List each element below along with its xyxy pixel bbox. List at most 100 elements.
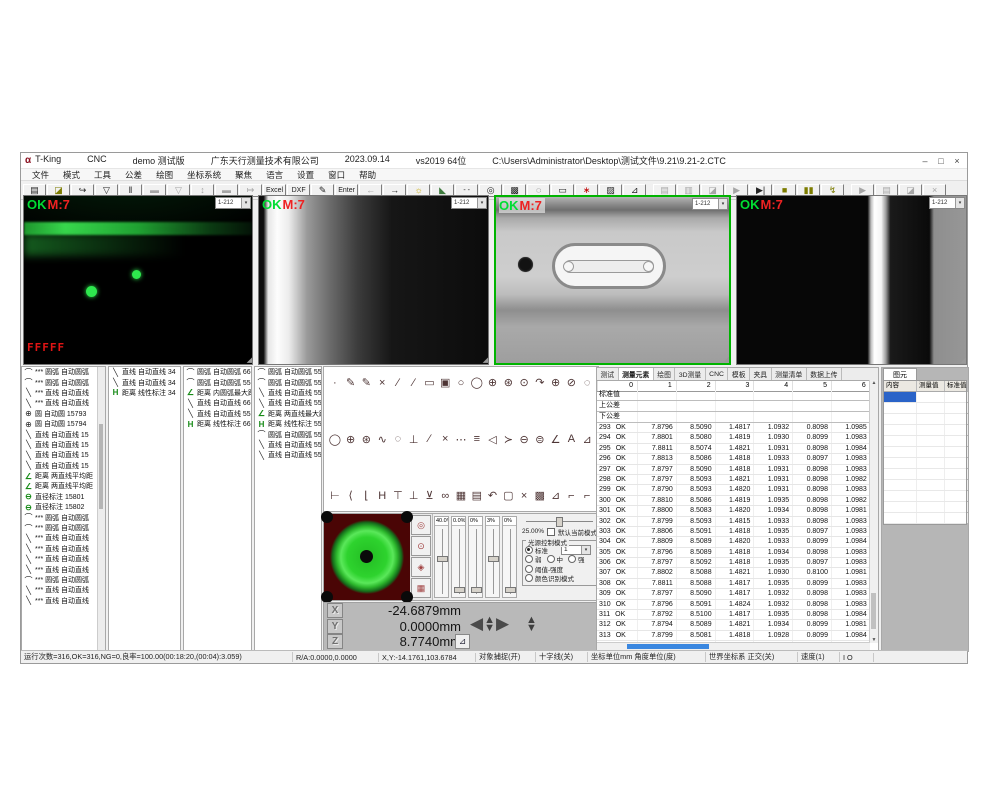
tool-icon[interactable]: ⊢ <box>327 488 343 503</box>
goto-origin-button[interactable]: ⊿ <box>455 634 470 649</box>
list-item[interactable]: ╲直线 自动直线 55 <box>184 409 251 419</box>
tool-icon[interactable]: ≻ <box>500 432 516 447</box>
jog-right-icon[interactable]: ▶ <box>496 615 509 632</box>
list-item[interactable]: ⌒圆弧 自动圆弧 55 <box>255 377 321 387</box>
list-item[interactable]: ╲*** 直线 自动直线 <box>22 533 105 543</box>
jog-left-icon[interactable]: ◀ <box>470 615 483 632</box>
tool-icon[interactable]: ▤ <box>469 488 485 503</box>
tool-icon[interactable]: ⊕ <box>485 375 501 390</box>
list-item[interactable]: ⌒*** 圆弧 自动圆弧 <box>22 512 105 522</box>
scroll-up-icon[interactable]: ▲ <box>872 380 877 386</box>
tool-icon[interactable]: ⊙ <box>516 375 532 390</box>
table-row[interactable] <box>884 502 966 513</box>
slider-track[interactable] <box>486 526 499 597</box>
list-item[interactable]: ╲直线 自动直线 55 <box>255 450 321 460</box>
tool-icon[interactable]: ⊿ <box>548 488 564 503</box>
menu-item[interactable]: 文件 <box>25 169 56 181</box>
slider-thumb[interactable] <box>488 556 499 562</box>
table-row[interactable]: 306OK7.87978.50921.48181.09350.80971.098… <box>597 558 870 568</box>
tool-icon[interactable]: ⌐ <box>579 488 595 503</box>
tool-icon[interactable]: ⊥ <box>406 488 422 503</box>
slider-thumb[interactable] <box>471 587 482 593</box>
list-item[interactable]: H距离 线性标注 66 <box>184 419 251 429</box>
table-row[interactable] <box>884 458 966 469</box>
camera-source-dropdown[interactable]: 1-212 ▾ <box>929 197 965 209</box>
list-item[interactable]: ⌒*** 圆弧 自动圆弧 <box>22 575 105 585</box>
tool-icon[interactable]: ⊛ <box>359 432 375 447</box>
table-row[interactable]: 上公差 <box>597 401 870 412</box>
tool-icon[interactable]: ↷ <box>532 375 548 390</box>
slider-thumb[interactable] <box>437 556 448 562</box>
light-mode-icon[interactable]: ▦ <box>411 578 431 598</box>
tool-icon[interactable]: H <box>374 488 390 503</box>
tool-icon[interactable]: ⊿ <box>579 432 595 447</box>
camera-source-dropdown[interactable]: 1-212 ▾ <box>215 197 251 209</box>
list-item[interactable]: ⌒圆弧 自动圆弧 66 <box>184 367 251 377</box>
list-item[interactable]: ⊖直径标注 15801 <box>22 492 105 502</box>
table-row[interactable]: 303OK7.88068.50911.48181.09350.80971.098… <box>597 527 870 537</box>
maximize-button[interactable]: □ <box>933 154 949 167</box>
tool-icon[interactable]: ✎ <box>343 375 359 390</box>
table-row[interactable]: 302OK7.87998.50931.48151.09330.80981.098… <box>597 517 870 527</box>
light-slider[interactable]: 3% <box>485 516 500 598</box>
tab-模板[interactable]: 模板 <box>728 368 750 380</box>
table-row[interactable]: 296OK7.88138.50861.48181.09330.80971.098… <box>597 454 870 464</box>
tab-数据上传[interactable]: 数据上传 <box>807 368 842 380</box>
slider-track[interactable] <box>452 526 465 597</box>
resize-handle[interactable]: ◢ <box>247 357 252 364</box>
jog-down-icon[interactable]: ▼ <box>484 624 495 632</box>
table-row[interactable] <box>884 480 966 491</box>
list-item[interactable]: ╲直线 自动直线 34 <box>109 367 180 377</box>
table-row[interactable]: 305OK7.87968.50891.48181.09340.80981.098… <box>597 548 870 558</box>
tool-icon[interactable]: ▦ <box>453 488 469 503</box>
list-item[interactable]: ╲*** 直线 自动直线 <box>22 554 105 564</box>
tool-icon[interactable]: ⊜ <box>532 432 548 447</box>
list-item[interactable]: ╲直线 自动直线 15 <box>22 429 105 439</box>
tool-icon[interactable]: ≡ <box>469 432 485 447</box>
list-item[interactable]: ╲直线 自动直线 15 <box>22 450 105 460</box>
resize-handle[interactable]: ◢ <box>483 357 488 364</box>
slider-track[interactable] <box>435 526 448 597</box>
list-item[interactable]: ╲直线 自动直线 66 <box>184 398 251 408</box>
table-row[interactable]: 297OK7.87978.50901.48181.09310.80981.098… <box>597 465 870 475</box>
list-item[interactable]: ∠距离 两直线平均距 <box>22 471 105 481</box>
list-item[interactable]: ∠距离 两直线最大距 <box>255 409 321 419</box>
menu-item[interactable]: 坐标系统 <box>180 169 228 181</box>
table-row[interactable] <box>884 447 966 458</box>
list-item[interactable]: ⌒圆弧 自动圆弧 55 <box>184 377 251 387</box>
list-item[interactable]: ⌒*** 圆弧 自动圆弧 <box>22 523 105 533</box>
menu-item[interactable]: 绘图 <box>149 169 180 181</box>
menu-item[interactable]: 聚焦 <box>228 169 259 181</box>
axis-x-button[interactable]: X <box>327 603 343 618</box>
tool-icon[interactable]: ◌ <box>579 375 595 390</box>
tool-icon[interactable]: ▩ <box>532 488 548 503</box>
close-button[interactable]: × <box>949 154 965 167</box>
table-row[interactable]: 309OK7.87978.50901.48171.09320.80981.098… <box>597 589 870 599</box>
tool-icon[interactable]: ∕ <box>390 375 406 390</box>
radio-option[interactable]: 弱 <box>525 554 542 564</box>
camera-3-image[interactable] <box>496 197 729 363</box>
table-row[interactable]: 310OK7.87968.50911.48241.09320.80981.098… <box>597 600 870 610</box>
axis-z-button[interactable]: Z <box>327 634 343 649</box>
table-row[interactable]: 304OK7.88098.50891.48201.09330.80991.098… <box>597 537 870 547</box>
tool-icon[interactable]: ✎ <box>359 375 375 390</box>
list-item[interactable]: H距离 线性标注 34 <box>109 388 180 398</box>
slider-track[interactable] <box>469 526 482 597</box>
tool-icon[interactable]: ∕ <box>406 375 422 390</box>
scroll-down-icon[interactable]: ▼ <box>872 637 877 643</box>
tool-icon[interactable]: × <box>374 375 390 390</box>
camera-1-image[interactable]: FFFFF <box>24 196 252 364</box>
list-item[interactable]: H距离 线性标注 55 <box>255 419 321 429</box>
table-row[interactable]: 312OK7.87948.50891.48211.09340.80991.098… <box>597 620 870 630</box>
table-row[interactable]: 下公差 <box>597 412 870 423</box>
slider-track[interactable] <box>503 526 516 597</box>
tool-icon[interactable]: ⊕ <box>548 375 564 390</box>
tool-icon[interactable]: ⊘ <box>563 375 579 390</box>
tab-CNC[interactable]: CNC <box>706 368 729 380</box>
resize-handle[interactable]: ◢ <box>724 356 729 363</box>
table-row[interactable] <box>884 392 966 403</box>
radio-option[interactable]: 强 <box>568 554 585 564</box>
list-item[interactable]: ⊕圆 自动圆 15794 <box>22 419 105 429</box>
camera-source-dropdown[interactable]: 1-212 ▾ <box>692 198 728 210</box>
default-mode-checkbox[interactable] <box>547 528 555 536</box>
